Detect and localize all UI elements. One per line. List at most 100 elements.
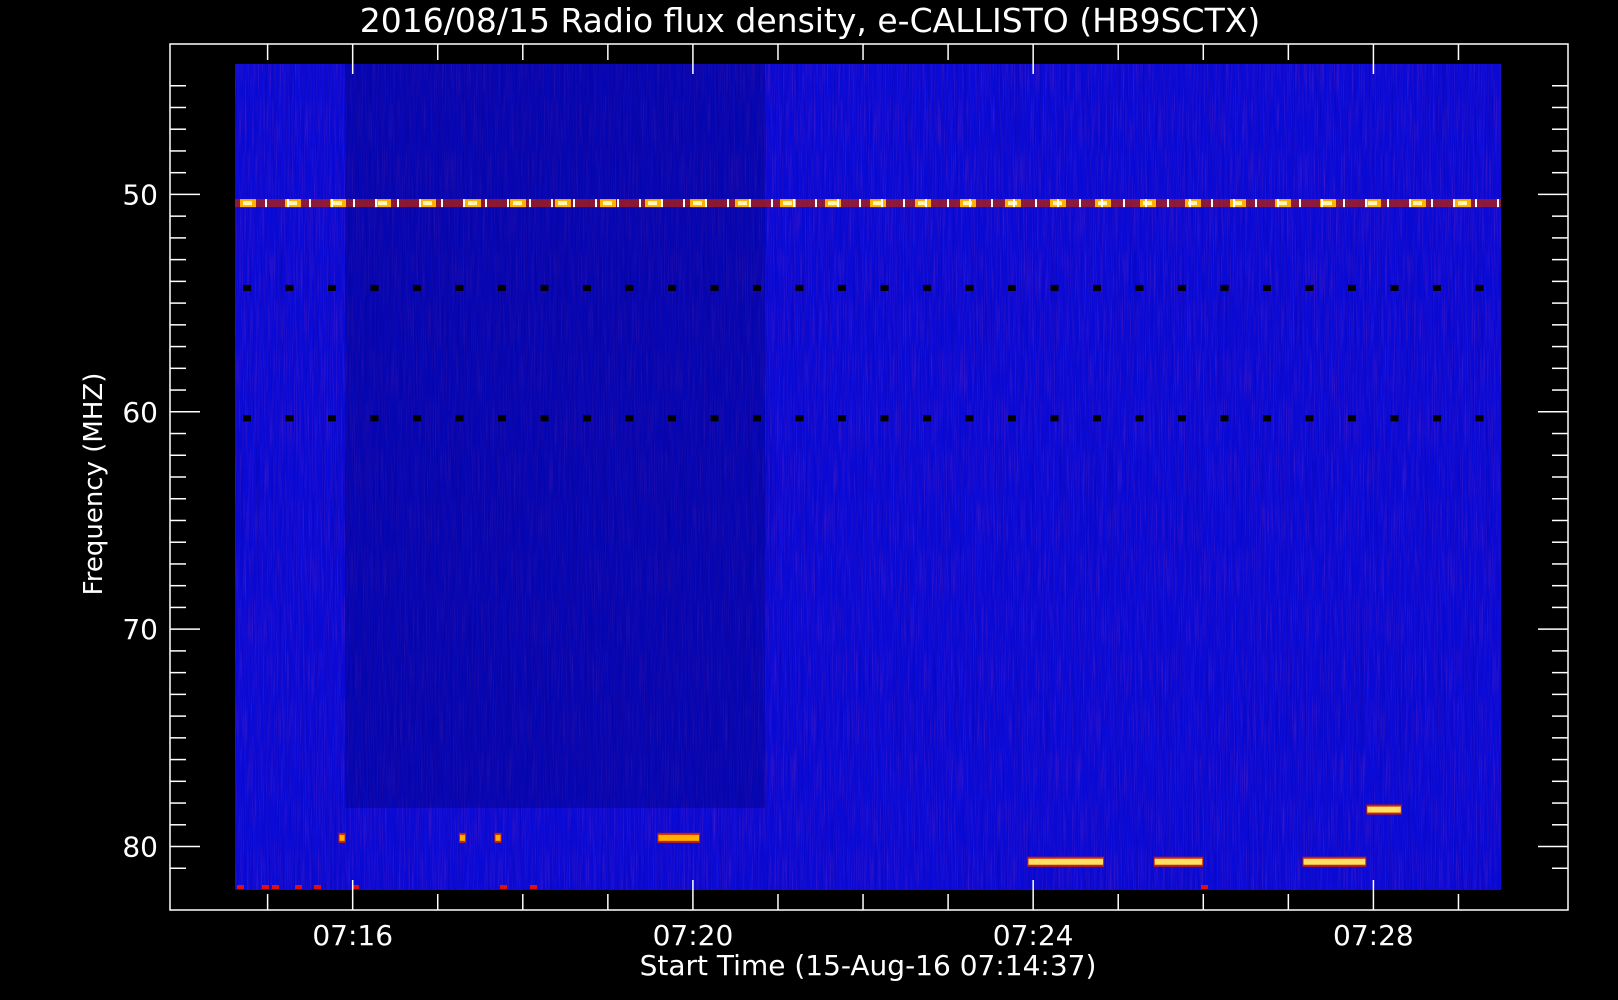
band-segment-core bbox=[423, 201, 432, 206]
band-dash bbox=[753, 284, 761, 291]
y-tick-label: 60 bbox=[122, 396, 158, 429]
burst-inner bbox=[1028, 858, 1104, 865]
y-tick-label: 70 bbox=[122, 613, 158, 646]
band-dash bbox=[1178, 284, 1186, 291]
band-dash bbox=[923, 415, 931, 422]
band-dash bbox=[1475, 415, 1484, 422]
band-dash bbox=[1433, 415, 1441, 422]
band-speckle bbox=[1233, 199, 1235, 208]
radio-burst bbox=[1366, 804, 1402, 815]
spectrogram-image bbox=[235, 64, 1501, 890]
band-dash bbox=[1475, 284, 1484, 291]
band-segment-core bbox=[558, 201, 567, 206]
band-dash bbox=[498, 284, 506, 291]
band-speckle bbox=[1299, 199, 1301, 208]
band-dash bbox=[455, 284, 464, 291]
x-tick-label: 07:16 bbox=[312, 919, 393, 952]
band-speckle bbox=[287, 199, 289, 208]
band-segment-core bbox=[648, 201, 657, 206]
x-tick-label: 07:24 bbox=[993, 919, 1074, 952]
band-segment-core bbox=[468, 201, 477, 206]
band-speckle bbox=[1365, 199, 1367, 208]
radio-burst bbox=[1302, 856, 1367, 867]
band-speckle bbox=[1453, 199, 1455, 208]
band-speckle bbox=[1145, 199, 1147, 208]
band-speckle bbox=[815, 199, 817, 208]
band-segment-core bbox=[1413, 201, 1422, 206]
y-axis-label: Frequency (MHZ) bbox=[79, 373, 109, 596]
band-speckle bbox=[1167, 199, 1169, 208]
band-dash bbox=[583, 415, 591, 422]
band-dash bbox=[1263, 415, 1271, 422]
band-speckle bbox=[859, 199, 861, 208]
spectrogram-streak-texture bbox=[235, 64, 1501, 890]
band-speckle bbox=[925, 199, 927, 208]
band-speckle bbox=[1035, 199, 1037, 208]
band-dash bbox=[540, 284, 549, 291]
band-segment-core bbox=[783, 201, 792, 206]
band-dash bbox=[923, 284, 931, 291]
band-speckle bbox=[837, 199, 839, 208]
band-speckle bbox=[265, 199, 267, 208]
radio-burst bbox=[1027, 856, 1105, 867]
band-speckle bbox=[969, 199, 971, 208]
band-speckle bbox=[1013, 199, 1015, 208]
band-speckle bbox=[485, 199, 487, 208]
band-speckle bbox=[419, 199, 421, 208]
band-speckle bbox=[331, 199, 333, 208]
band-segment-core bbox=[288, 201, 297, 206]
band-speckle bbox=[463, 199, 465, 208]
edge-speck bbox=[530, 885, 537, 889]
band-speckle bbox=[1497, 199, 1499, 208]
radio-burst bbox=[1153, 856, 1204, 867]
band-dash bbox=[1390, 284, 1399, 291]
band-dash bbox=[328, 284, 336, 291]
band-dash bbox=[1348, 284, 1356, 291]
band-dash bbox=[583, 284, 591, 291]
band-dash bbox=[710, 284, 719, 291]
band-segment-core bbox=[873, 201, 882, 206]
band-segment-core bbox=[1368, 201, 1377, 206]
edge-speck bbox=[1201, 885, 1208, 889]
band-speckle bbox=[1057, 199, 1059, 208]
chart-title: 2016/08/15 Radio flux density, e-CALLIST… bbox=[360, 1, 1260, 40]
edge-speck bbox=[295, 885, 302, 889]
band-speckle bbox=[771, 199, 773, 208]
band-speckle bbox=[749, 199, 751, 208]
band-speckle bbox=[991, 199, 993, 208]
band-dash bbox=[1348, 415, 1356, 422]
band-dash bbox=[795, 284, 804, 291]
band-segment-core bbox=[378, 201, 387, 206]
band-speckle bbox=[1211, 199, 1213, 208]
burst-inner bbox=[1154, 858, 1203, 865]
radio-burst bbox=[657, 832, 701, 843]
band-speckle bbox=[1475, 199, 1477, 208]
band-dash bbox=[285, 415, 294, 422]
band-dash bbox=[413, 415, 421, 422]
band-speckle bbox=[1101, 199, 1103, 208]
band-speckle bbox=[1343, 199, 1345, 208]
band-dash bbox=[1093, 415, 1101, 422]
edge-speck bbox=[314, 885, 321, 889]
band-dash bbox=[668, 284, 676, 291]
band-speckle bbox=[375, 199, 377, 208]
band-dash bbox=[1305, 415, 1314, 422]
band-dash bbox=[1008, 284, 1016, 291]
band-speckle bbox=[1255, 199, 1257, 208]
band-dash bbox=[1220, 284, 1229, 291]
band-speckle bbox=[639, 199, 641, 208]
edge-speck bbox=[272, 885, 279, 889]
radio-burst bbox=[494, 832, 502, 843]
spectrogram-chart: 2016/08/15 Radio flux density, e-CALLIST… bbox=[79, 1, 1569, 982]
band-speckle bbox=[309, 199, 311, 208]
burst-inner bbox=[339, 834, 345, 841]
band-dash bbox=[1135, 415, 1144, 422]
band-dash bbox=[1220, 415, 1229, 422]
band-speckle bbox=[507, 199, 509, 208]
band-segment-core bbox=[1323, 201, 1332, 206]
y-tick-label: 50 bbox=[122, 178, 158, 211]
x-tick-label: 07:20 bbox=[653, 919, 734, 952]
band-speckle bbox=[793, 199, 795, 208]
band-dash bbox=[965, 415, 974, 422]
band-dash bbox=[625, 415, 634, 422]
